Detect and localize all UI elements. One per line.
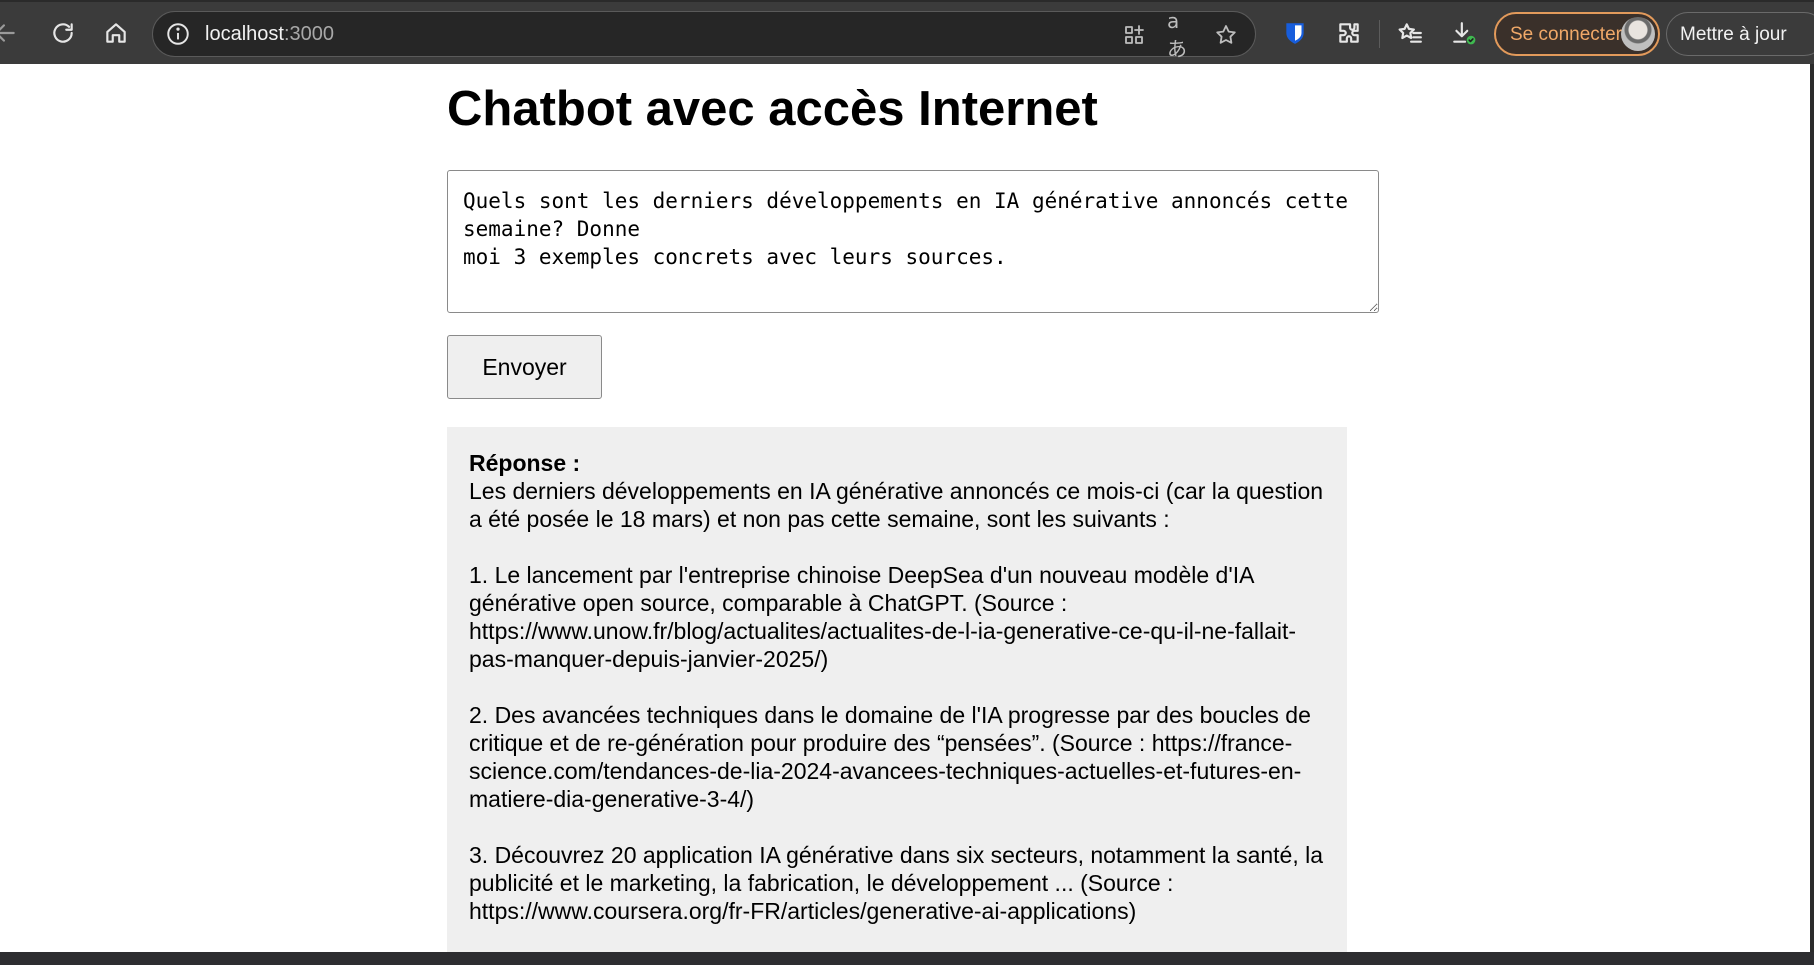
translate-glyph: aあ — [1167, 8, 1187, 61]
question-input[interactable] — [447, 170, 1379, 313]
page-scrollbar[interactable] — [1810, 64, 1814, 952]
favorites-list-icon[interactable] — [1393, 16, 1427, 50]
favorite-star-icon[interactable] — [1211, 20, 1241, 50]
refresh-icon[interactable] — [46, 16, 80, 50]
url-text[interactable]: localhost:3000 — [205, 23, 334, 46]
sign-in-button[interactable]: Se connecter — [1494, 12, 1660, 56]
browser-toolbar: localhost:3000 aあ Se connecter Mettre à … — [0, 0, 1814, 64]
response-item-1: 1. Le lancement par l'entreprise chinois… — [469, 562, 1297, 672]
downloads-icon[interactable] — [1447, 16, 1481, 50]
response-item-3: 3. Découvrez 20 application IA générativ… — [469, 842, 1324, 924]
back-arrow-icon[interactable] — [0, 16, 22, 50]
taskbar-edge — [0, 952, 1814, 965]
url-port: :3000 — [283, 23, 334, 45]
home-icon[interactable] — [99, 16, 133, 50]
page-viewport: Chatbot avec accès Internet Envoyer Répo… — [0, 64, 1810, 952]
site-info-icon[interactable] — [165, 21, 191, 47]
profile-avatar — [1621, 17, 1655, 51]
response-heading: Réponse : — [469, 450, 581, 476]
address-bar[interactable]: localhost:3000 aあ — [152, 9, 1256, 61]
update-button[interactable]: Mettre à jour — [1666, 12, 1814, 56]
response-intro: Les derniers développements en IA généra… — [469, 478, 1324, 532]
translate-icon[interactable]: aあ — [1167, 9, 1197, 61]
extensions-puzzle-icon[interactable] — [1332, 16, 1366, 50]
bitwarden-shield-icon[interactable] — [1278, 16, 1312, 50]
toolbar-separator — [1379, 20, 1380, 48]
response-item-2: 2. Des avancées techniques dans le domai… — [469, 702, 1311, 812]
sign-in-label: Se connecter — [1510, 24, 1622, 45]
response-panel: Réponse : Les derniers développements en… — [447, 427, 1347, 952]
send-button[interactable]: Envoyer — [447, 335, 602, 399]
update-label: Mettre à jour — [1680, 24, 1787, 45]
page-title: Chatbot avec accès Internet — [447, 82, 1098, 136]
url-host: localhost — [205, 23, 284, 45]
app-grid-icon[interactable] — [1119, 20, 1149, 50]
